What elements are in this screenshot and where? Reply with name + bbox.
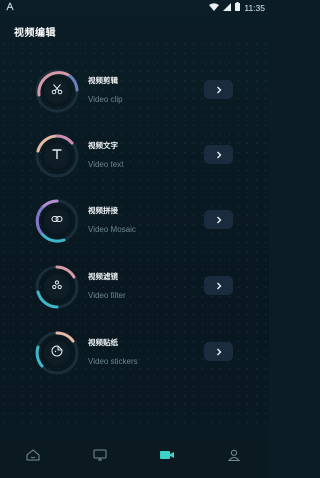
go-button[interactable]	[204, 145, 233, 164]
item-title: 视频滤镜	[88, 272, 118, 281]
go-button[interactable]	[204, 210, 233, 229]
chevron-right-icon	[216, 146, 222, 164]
person-icon	[227, 448, 241, 466]
nav-profile[interactable]	[223, 448, 245, 466]
ring-center	[42, 141, 72, 171]
nav-monitor[interactable]	[89, 448, 111, 466]
text-t-icon	[51, 147, 63, 165]
go-button[interactable]	[204, 342, 233, 361]
go-button[interactable]	[204, 276, 233, 295]
app-screen: 11:35 视频编辑 视频剪辑 Video clip 视频文字 Video te…	[0, 0, 269, 478]
chevron-right-icon	[216, 277, 222, 295]
wifi-icon	[209, 2, 220, 13]
list-item-video-text[interactable]: 视频文字 Video text	[0, 133, 269, 189]
item-title: 视频贴纸	[88, 338, 118, 347]
list-item-video-mosaic[interactable]: 视频拼接 Video Mosaic	[0, 198, 269, 254]
ring-center	[42, 206, 72, 236]
progress-ring	[34, 330, 80, 376]
monitor-icon	[93, 448, 107, 466]
home-icon	[26, 448, 40, 466]
item-title: 视频拼接	[88, 206, 118, 215]
nav-home[interactable]	[22, 448, 44, 466]
chevron-right-icon	[216, 81, 222, 99]
list-item-video-stickers[interactable]: 视频贴纸 Video stickers	[0, 330, 269, 386]
notification-a-icon	[6, 2, 14, 11]
scissors-icon	[51, 82, 63, 100]
battery-icon	[235, 2, 241, 13]
status-bar: 11:35	[0, 0, 269, 14]
item-subtitle: Video clip	[88, 95, 123, 104]
ring-center	[42, 76, 72, 106]
item-subtitle: Video filter	[88, 291, 126, 300]
nav-video-edit[interactable]	[156, 448, 178, 466]
progress-ring	[34, 133, 80, 179]
progress-ring	[34, 68, 80, 114]
ring-center	[42, 272, 72, 302]
status-time: 11:35	[244, 2, 265, 13]
bottom-nav	[0, 440, 269, 478]
chevron-right-icon	[216, 211, 222, 229]
list-item-video-filter[interactable]: 视频滤镜 Video filter	[0, 264, 269, 320]
progress-ring	[34, 198, 80, 244]
item-subtitle: Video text	[88, 160, 124, 169]
item-subtitle: Video Mosaic	[88, 225, 136, 234]
status-indicators: 11:35	[209, 2, 265, 13]
item-title: 视频文字	[88, 141, 118, 150]
signal-icon	[223, 2, 232, 13]
sticker-icon	[51, 344, 63, 362]
filter-icon	[51, 278, 63, 296]
ring-center	[42, 338, 72, 368]
item-subtitle: Video stickers	[88, 357, 138, 366]
progress-ring	[34, 264, 80, 310]
go-button[interactable]	[204, 80, 233, 99]
item-title: 视频剪辑	[88, 76, 118, 85]
link-icon	[51, 212, 63, 230]
list-item-video-clip[interactable]: 视频剪辑 Video clip	[0, 68, 269, 124]
video-camera-icon	[159, 448, 175, 466]
chevron-right-icon	[216, 343, 222, 361]
page-title: 视频编辑	[14, 28, 56, 39]
